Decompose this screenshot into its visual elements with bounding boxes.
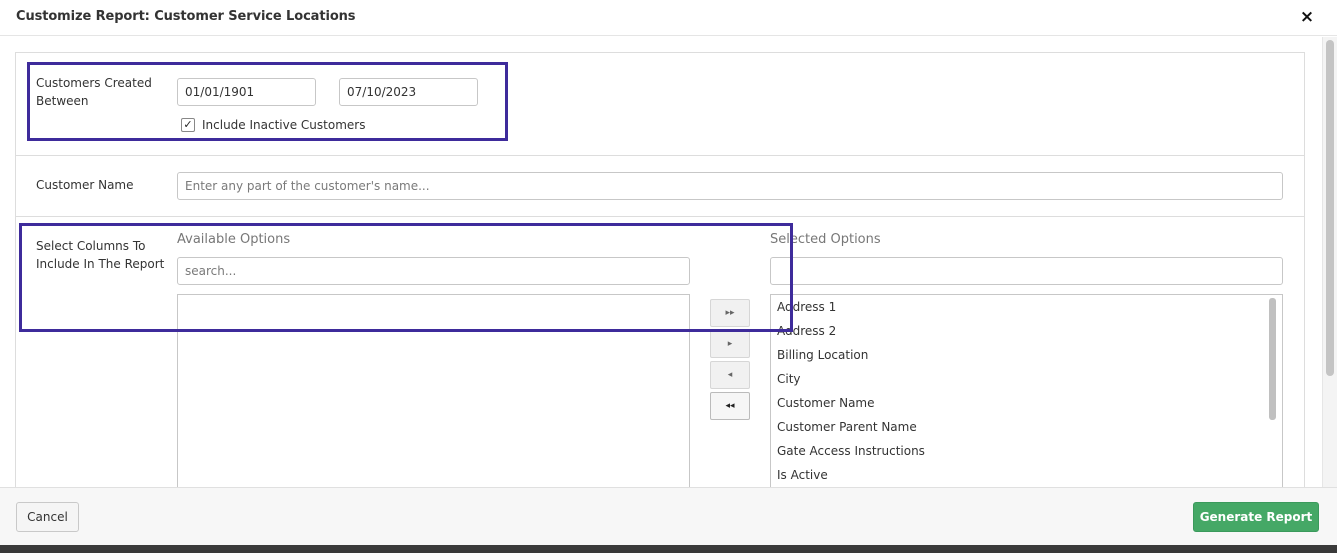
customize-report-dialog: Customize Report: Customer Service Locat… — [0, 0, 1337, 545]
cancel-button[interactable]: Cancel — [16, 502, 79, 532]
select-columns-label-line2: Include In The Report — [36, 257, 165, 271]
selected-option-item[interactable]: Address 1 — [771, 295, 1282, 319]
row-divider — [15, 155, 1305, 156]
dialog-scroll-thumb[interactable] — [1326, 40, 1334, 376]
selected-list-scroll-thumb[interactable] — [1269, 298, 1276, 420]
selected-option-item[interactable]: Gate Access Instructions — [771, 439, 1282, 463]
close-icon[interactable]: × — [1298, 8, 1316, 26]
include-inactive-checkbox[interactable]: ✓ — [181, 118, 195, 132]
created-between-label: Customers Created Between — [36, 74, 152, 110]
available-options-list[interactable] — [177, 294, 690, 487]
add-all-button[interactable]: ▸▸ — [710, 299, 750, 327]
selected-list-scrollbar[interactable] — [1267, 296, 1279, 484]
customer-name-input[interactable] — [177, 172, 1283, 200]
end-date-input[interactable] — [339, 78, 478, 106]
select-columns-label-line1: Select Columns To — [36, 239, 146, 253]
dialog-title: Customize Report: Customer Service Locat… — [16, 9, 356, 24]
selected-option-item[interactable]: Customer Parent Name — [771, 415, 1282, 439]
dialog-footer: Cancel Generate Report — [0, 487, 1337, 545]
selected-options-heading: Selected Options — [770, 232, 881, 247]
remove-all-button[interactable]: ◂◂ — [710, 392, 750, 420]
remove-selected-button[interactable]: ◂ — [710, 361, 750, 389]
customer-name-label: Customer Name — [36, 178, 134, 192]
selected-option-item[interactable]: City — [771, 367, 1282, 391]
dialog-scrollbar[interactable] — [1322, 37, 1337, 487]
row-divider — [15, 216, 1305, 217]
selected-option-item[interactable]: Customer Name — [771, 391, 1282, 415]
selected-options-list[interactable]: Address 1 Address 2 Billing Location Cit… — [770, 294, 1283, 487]
include-inactive-label: Include Inactive Customers — [202, 118, 366, 132]
add-selected-button[interactable]: ▸ — [710, 330, 750, 358]
generate-report-button[interactable]: Generate Report — [1193, 502, 1319, 532]
available-options-heading: Available Options — [177, 232, 291, 247]
dialog-header: Customize Report: Customer Service Locat… — [0, 0, 1337, 36]
start-date-input[interactable] — [177, 78, 316, 106]
selected-option-item[interactable]: Is Active — [771, 463, 1282, 487]
selected-search-input[interactable] — [770, 257, 1283, 285]
dialog-body[interactable]: Customers Created Between ✓ Include Inac… — [0, 37, 1337, 487]
created-between-label-line1: Customers Created — [36, 76, 152, 90]
available-search-input[interactable] — [177, 257, 690, 285]
selected-option-item[interactable]: Billing Location — [771, 343, 1282, 367]
selected-option-item[interactable]: Address 2 — [771, 319, 1282, 343]
created-between-label-line2: Between — [36, 94, 89, 108]
select-columns-label: Select Columns To Include In The Report — [36, 237, 164, 273]
